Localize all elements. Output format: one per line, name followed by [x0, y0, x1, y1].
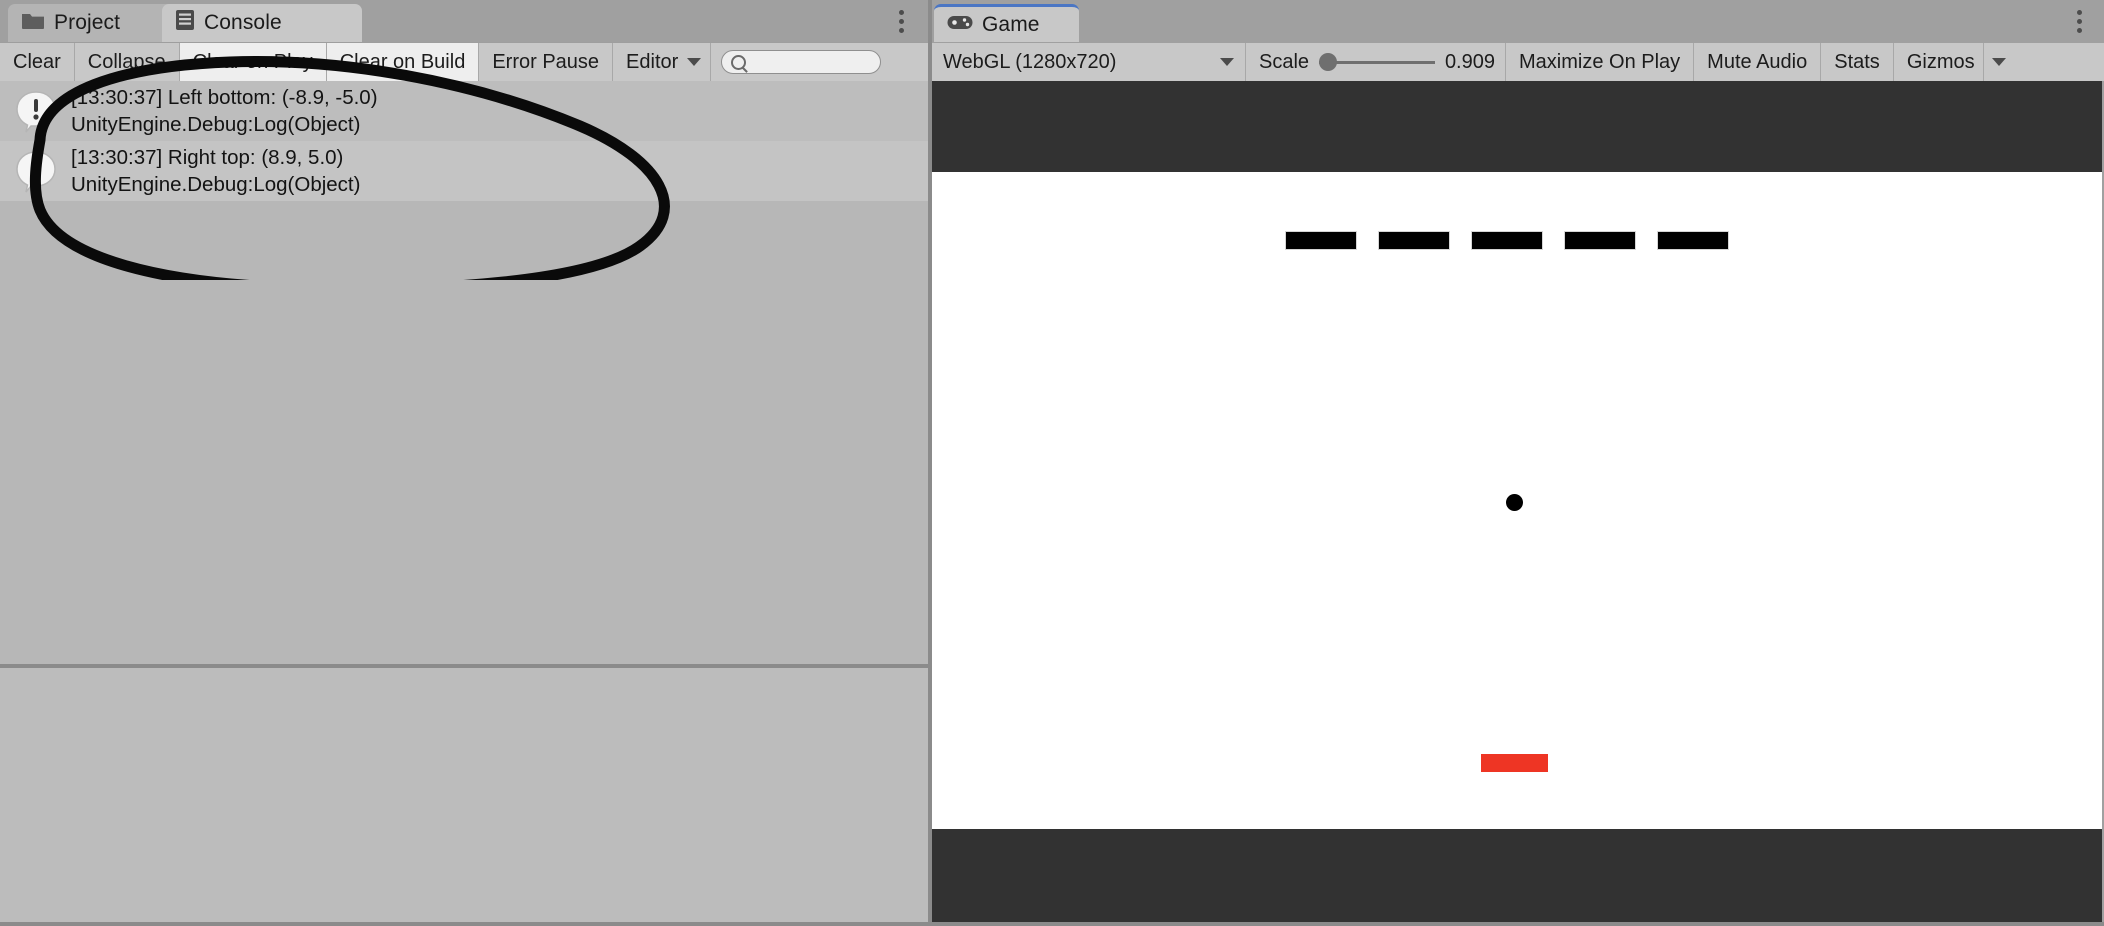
clear-button[interactable]: Clear [0, 43, 75, 81]
scale-label: Scale [1259, 50, 1310, 73]
unity-editor-window: Project Console Clear Collapse Clear on … [0, 0, 2104, 926]
aspect-ratio-label: WebGL (1280x720) [943, 50, 1117, 73]
aspect-ratio-dropdown[interactable]: WebGL (1280x720) [930, 43, 1246, 81]
info-message-icon [14, 89, 58, 133]
folder-icon [21, 11, 45, 36]
clear-on-play-button[interactable]: Clear on Play [179, 43, 327, 81]
maximize-on-play-button[interactable]: Maximize On Play [1506, 43, 1695, 81]
game-tabstrip: Game [930, 0, 2104, 42]
paddle [1481, 754, 1548, 772]
log-entry[interactable]: [13:30:37] Right top: (8.9, 5.0) UnityEn… [0, 141, 930, 201]
search-icon [731, 54, 747, 70]
editor-dropdown[interactable]: Editor [613, 43, 712, 81]
log-stack: UnityEngine.Debug:Log(Object) [71, 173, 361, 196]
error-pause-button[interactable]: Error Pause [479, 43, 614, 81]
scale-slider[interactable] [1319, 53, 1435, 71]
log-entry-text: [13:30:37] Left bottom: (-8.9, -5.0) Uni… [71, 84, 378, 138]
scale-value: 0.909 [1444, 50, 1495, 73]
gamepad-icon [947, 13, 973, 37]
gizmos-button[interactable]: Gizmos [1893, 43, 1983, 81]
tab-console[interactable]: Console [162, 4, 362, 42]
console-detail-pane [0, 668, 930, 926]
console-log-list[interactable]: [13:30:37] Left bottom: (-8.9, -5.0) Uni… [0, 81, 930, 664]
editor-dropdown-label: Editor [626, 50, 679, 73]
tab-project-label: Project [54, 11, 121, 34]
log-entry-text: [13:30:37] Right top: (8.9, 5.0) UnityEn… [71, 144, 360, 198]
console-search-wrap [711, 43, 930, 81]
brick [1658, 232, 1728, 249]
chevron-down-icon [687, 58, 702, 66]
game-view[interactable] [932, 81, 2102, 926]
search-input[interactable] [721, 50, 882, 74]
console-panel: Project Console Clear Collapse Clear on … [0, 0, 930, 926]
log-message: [13:30:37] Right top: (8.9, 5.0) [71, 145, 344, 169]
log-entry[interactable]: [13:30:37] Left bottom: (-8.9, -5.0) Uni… [0, 81, 930, 141]
game-panel: Game WebGL (1280x720) Scale 0.909 Maximi… [930, 0, 2104, 926]
info-message-icon [14, 149, 58, 193]
brick [1286, 232, 1356, 249]
brick [1472, 232, 1542, 249]
stats-button[interactable]: Stats [1821, 43, 1894, 81]
kebab-menu-icon[interactable] [890, 6, 912, 36]
scale-control[interactable]: Scale 0.909 [1246, 43, 1506, 81]
console-toolbar: Clear Collapse Clear on Play Clear on Bu… [0, 43, 930, 81]
log-stack: UnityEngine.Debug:Log(Object) [71, 113, 361, 136]
game-canvas[interactable] [932, 172, 2102, 829]
collapse-button[interactable]: Collapse [74, 43, 180, 81]
tab-console-label: Console [204, 11, 282, 34]
gizmos-dropdown[interactable] [1982, 43, 2018, 81]
tab-game[interactable]: Game [934, 4, 1079, 42]
kebab-menu-icon[interactable] [2068, 6, 2090, 36]
clear-on-build-button[interactable]: Clear on Build [326, 43, 480, 81]
mute-audio-button[interactable]: Mute Audio [1694, 43, 1822, 81]
panel-divider[interactable] [928, 0, 932, 926]
chevron-down-icon [1991, 58, 2006, 66]
log-message: [13:30:37] Left bottom: (-8.9, -5.0) [71, 85, 378, 109]
brick [1565, 232, 1635, 249]
game-toolbar: WebGL (1280x720) Scale 0.909 Maximize On… [930, 43, 2104, 81]
scale-slider-knob[interactable] [1319, 53, 1338, 71]
console-tabstrip: Project Console [0, 0, 930, 42]
window-bottom-edge [0, 922, 2104, 926]
tab-game-label: Game [982, 12, 1040, 36]
chevron-down-icon [1220, 58, 1234, 66]
ball [1506, 494, 1523, 511]
brick [1379, 232, 1449, 249]
console-list-icon [175, 9, 195, 37]
